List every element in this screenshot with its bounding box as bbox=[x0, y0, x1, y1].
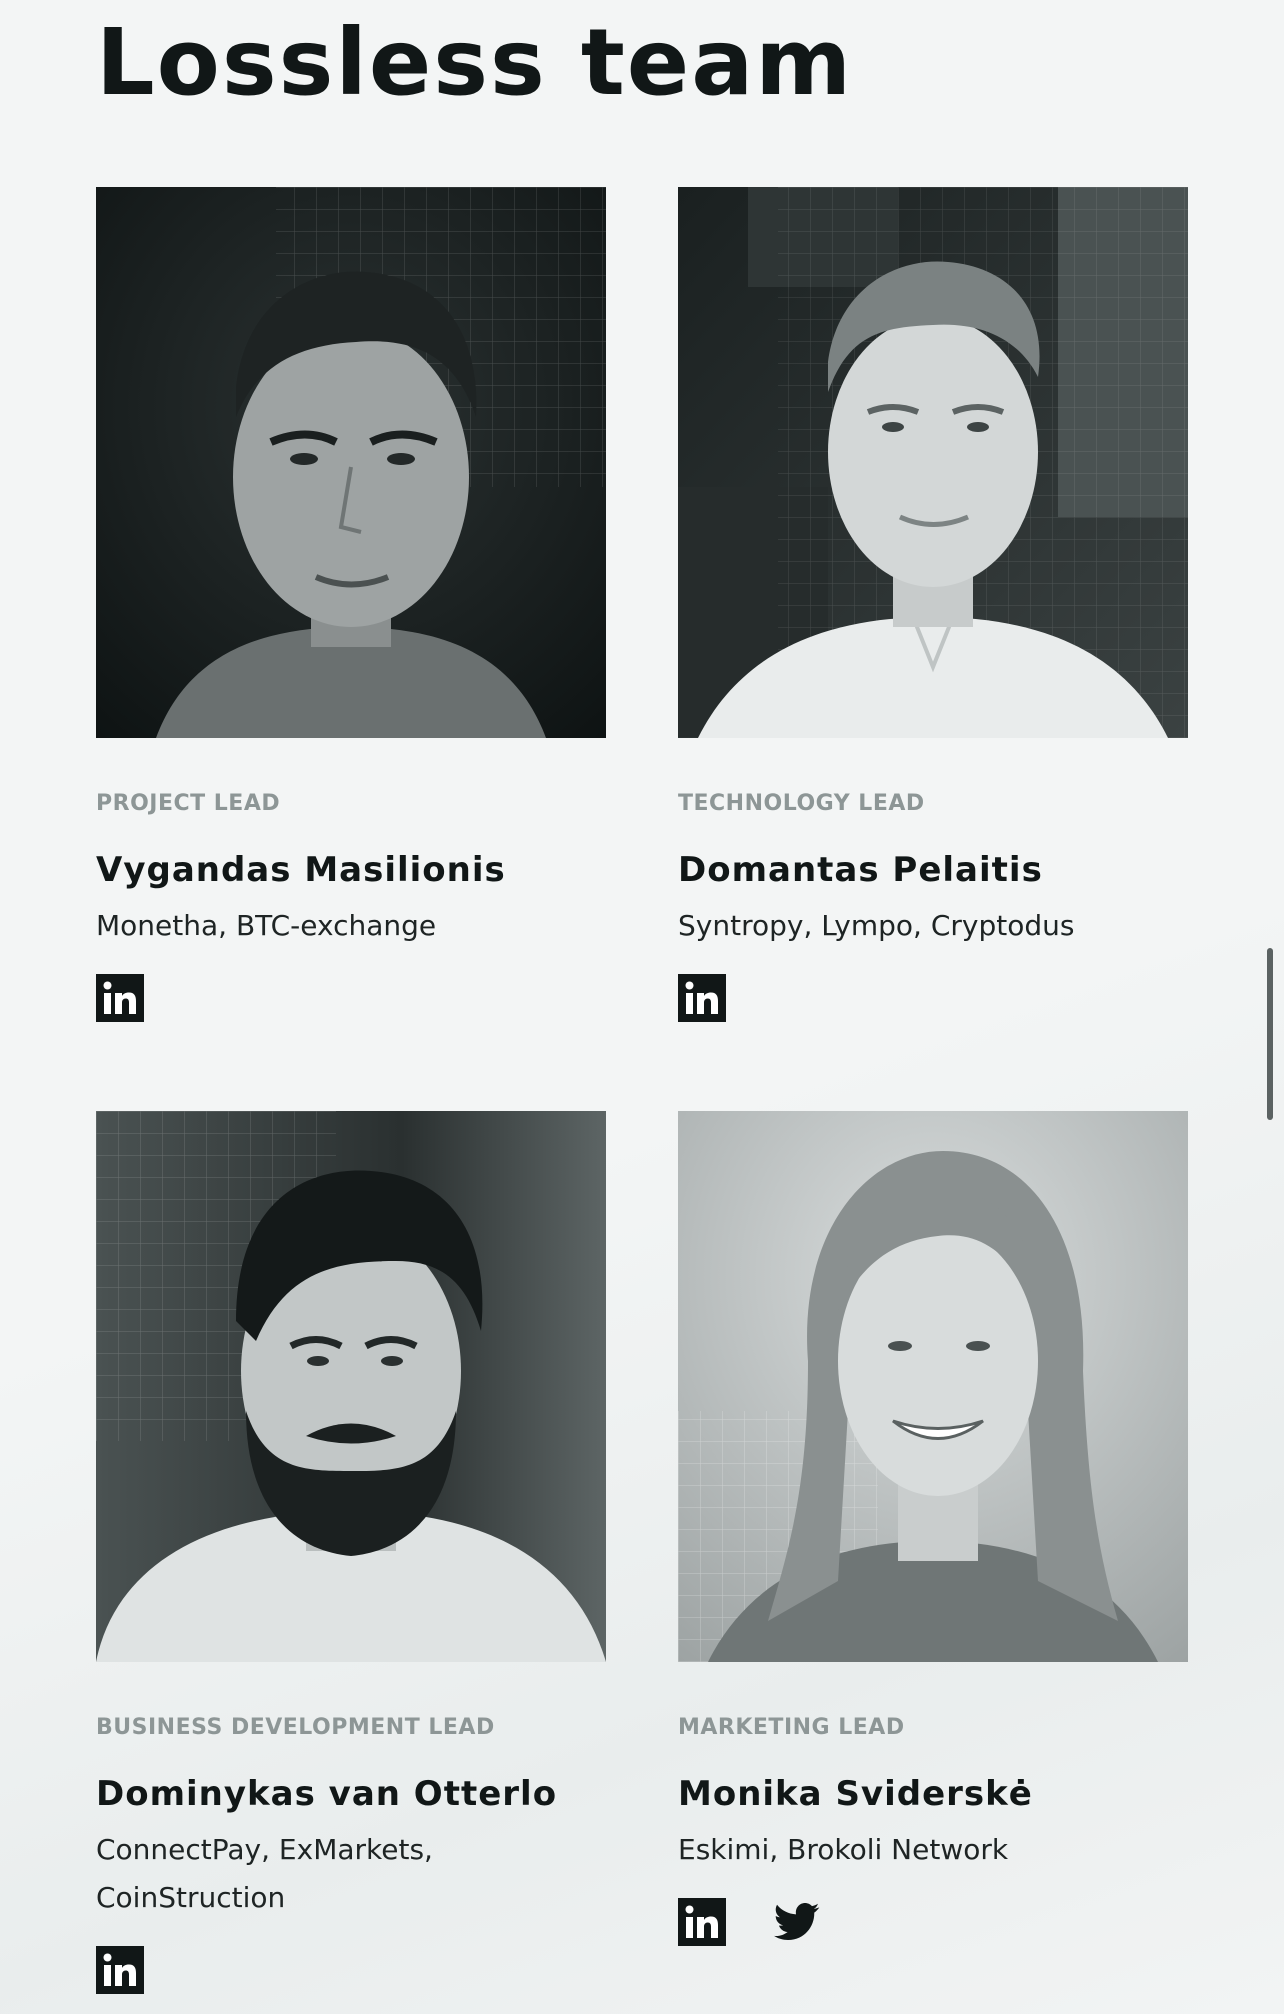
page-title: Lossless team bbox=[96, 9, 854, 116]
social-links bbox=[678, 1898, 1188, 1946]
social-links bbox=[96, 1946, 606, 1994]
social-links bbox=[96, 974, 606, 1022]
team-member-name: Vygandas Masilionis bbox=[96, 850, 506, 890]
team-member-role: TECHNOLOGY LEAD bbox=[678, 791, 925, 816]
team-member-role: MARKETING LEAD bbox=[678, 1715, 905, 1740]
twitter-link[interactable] bbox=[773, 1902, 820, 1942]
team-member-companies: Syntropy, Lympo, Cryptodus bbox=[678, 909, 1075, 942]
team-member-card: MARKETING LEAD Monika Sviderskė Eskimi, … bbox=[678, 1111, 1188, 1946]
team-member-role: BUSINESS DEVELOPMENT LEAD bbox=[96, 1715, 495, 1740]
team-member-photo bbox=[678, 1111, 1188, 1662]
linkedin-icon bbox=[96, 974, 144, 1022]
linkedin-link[interactable] bbox=[96, 974, 144, 1022]
team-member-photo bbox=[678, 187, 1188, 738]
team-member-card: PROJECT LEAD Vygandas Masilionis Monetha… bbox=[96, 187, 606, 1022]
team-member-companies: Monetha, BTC-exchange bbox=[96, 909, 437, 942]
team-member-photo bbox=[96, 187, 606, 738]
linkedin-link[interactable] bbox=[96, 1946, 144, 1994]
linkedin-link[interactable] bbox=[678, 1898, 726, 1946]
linkedin-link[interactable] bbox=[678, 974, 726, 1022]
social-links bbox=[678, 974, 1188, 1022]
team-member-photo bbox=[96, 1111, 606, 1662]
team-member-companies: ConnectPay, ExMarkets, CoinStruction bbox=[96, 1833, 433, 1914]
team-member-name: Monika Sviderskė bbox=[678, 1774, 1033, 1814]
scrollbar-thumb[interactable] bbox=[1267, 948, 1273, 1120]
team-member-card: BUSINESS DEVELOPMENT LEAD Dominykas van … bbox=[96, 1111, 606, 1994]
team-member-card: TECHNOLOGY LEAD Domantas Pelaitis Syntro… bbox=[678, 187, 1188, 1022]
linkedin-icon bbox=[678, 1898, 726, 1946]
team-member-name: Dominykas van Otterlo bbox=[96, 1774, 558, 1814]
team-member-name: Domantas Pelaitis bbox=[678, 850, 1043, 890]
team-member-companies: Eskimi, Brokoli Network bbox=[678, 1833, 1009, 1866]
twitter-icon bbox=[773, 1903, 820, 1941]
linkedin-icon bbox=[96, 1946, 144, 1994]
linkedin-icon bbox=[678, 974, 726, 1022]
team-member-role: PROJECT LEAD bbox=[96, 791, 281, 816]
